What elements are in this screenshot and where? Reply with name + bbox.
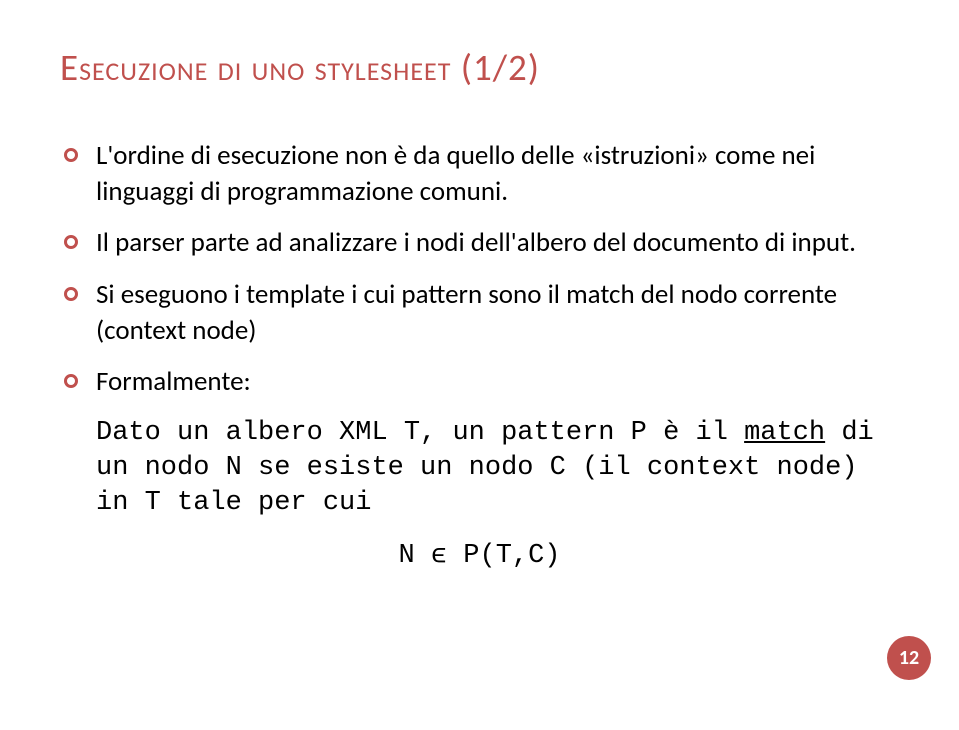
slide: Esecuzione di uno stylesheet (1/2) L'ord… [0,0,959,730]
bullet-text: L'ordine di esecuzione non è da quello d… [96,139,815,208]
bullet-item: L'ordine di esecuzione non è da quello d… [60,138,899,209]
formal-text-pre: Dato un albero XML T, un pattern P è il [96,418,744,448]
bullet-item: Formalmente: [60,364,899,400]
bullet-text: Formalmente: [96,365,251,398]
slide-title: Esecuzione di uno stylesheet (1/2) [60,45,899,90]
bullet-text: Il parser parte ad analizzare i nodi del… [96,226,856,259]
bullet-item: Il parser parte ad analizzare i nodi del… [60,225,899,261]
formula: N ϵ P(T,C) [60,541,899,571]
page-number: 12 [887,636,931,680]
bullet-item: Si eseguono i template i cui pattern son… [60,277,899,348]
formal-definition: Dato un albero XML T, un pattern P è il … [60,416,899,521]
bullet-text: Si eseguono i template i cui pattern son… [96,278,837,347]
bullet-list: L'ordine di esecuzione non è da quello d… [60,138,899,400]
formal-text-match: match [744,418,825,448]
